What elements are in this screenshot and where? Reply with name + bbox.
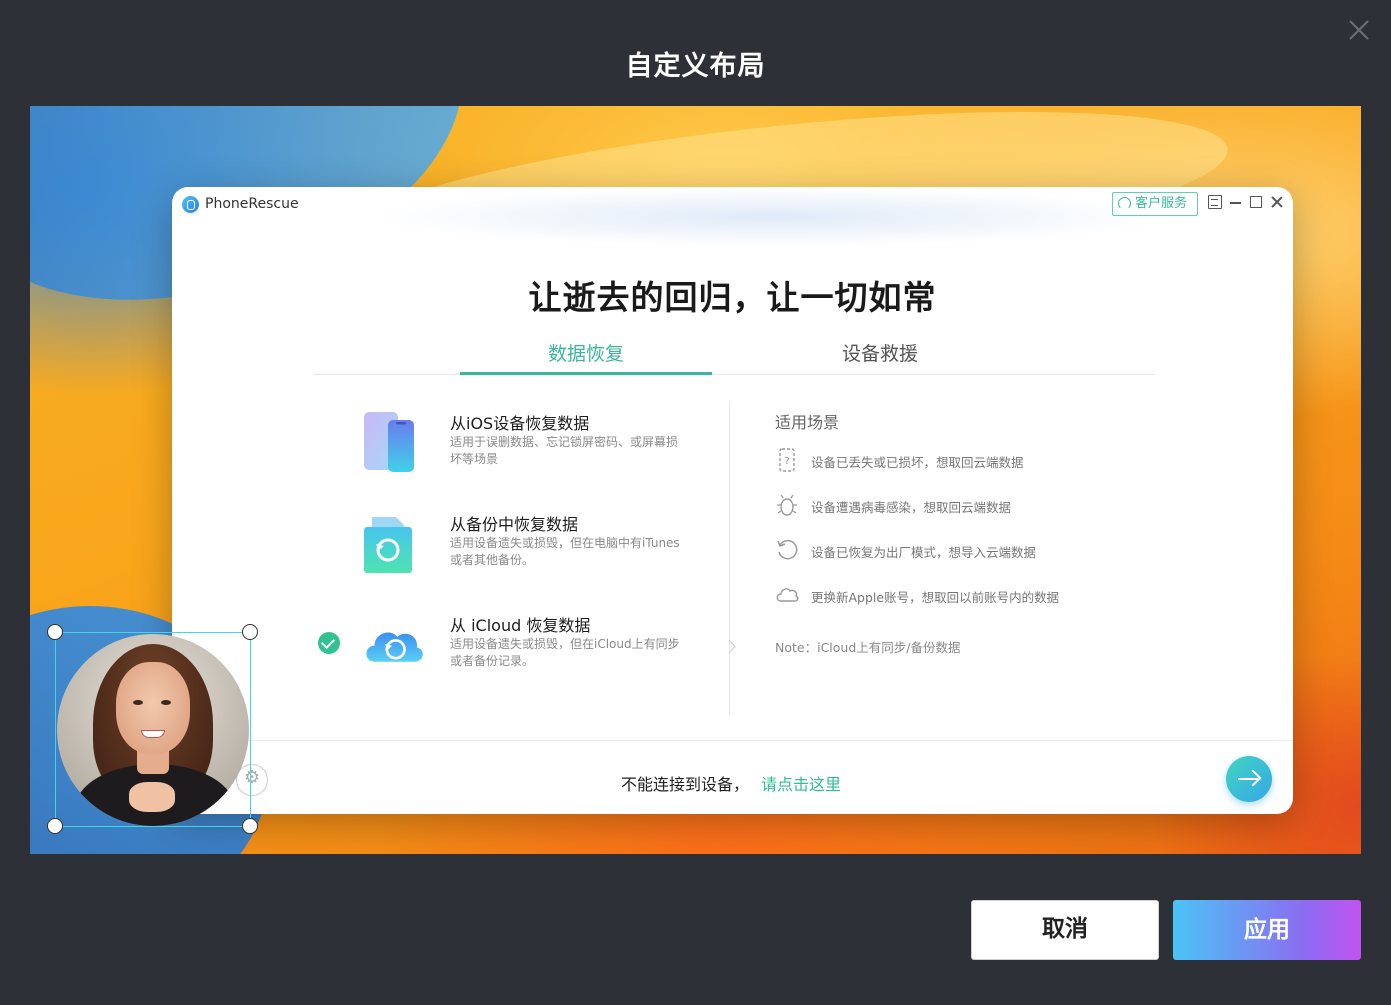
webcam-overlay[interactable] [55, 632, 251, 827]
footer-divider [172, 740, 1293, 741]
custom-layout-dialog: 自定义布局 PhoneRescue 客户服务 让逝去的回归，让一切如常 数据恢复… [0, 0, 1391, 1005]
bug-icon [777, 494, 797, 516]
close-icon[interactable] [1345, 16, 1373, 44]
svg-text:?: ? [784, 456, 789, 467]
resize-handle-top-left[interactable] [47, 624, 63, 640]
restore-icon [777, 539, 798, 560]
resize-handle-bottom-left[interactable] [47, 818, 63, 834]
option-icloud[interactable]: 从 iCloud 恢复数据 适用设备遗失或损毁，但在iCloud上有同步或者备份… [362, 612, 702, 682]
hero-title: 让逝去的回归，让一切如常 [528, 278, 937, 317]
resize-handle-bottom-right[interactable] [242, 818, 258, 834]
option-description: 适用设备遗失或损毁，但在电脑中有iTunes或者其他备份。 [450, 536, 680, 567]
cloud-icon [776, 588, 799, 602]
resize-handle-top-right[interactable] [242, 624, 258, 640]
app-window[interactable]: PhoneRescue 客户服务 让逝去的回归，让一切如常 数据恢复 设备救援 [172, 187, 1293, 814]
unknown-device-icon: ? [779, 448, 795, 472]
scenarios-title: 适用场景 [775, 413, 840, 432]
tab-data-recovery[interactable]: 数据恢复 [548, 339, 624, 366]
chevron-right-icon [723, 640, 736, 653]
option-description: 适用于误删数据、忘记锁屏密码、或屏幕损坏等场景 [450, 435, 679, 466]
phone-icon [364, 412, 414, 472]
scenario-text: 更换新Apple账号，想取回以前账号内的数据 [811, 590, 1060, 605]
cancel-button[interactable]: 取消 [971, 900, 1159, 960]
webcam-avatar [57, 634, 249, 826]
minimize-icon[interactable] [1229, 195, 1243, 209]
apply-button[interactable]: 应用 [1173, 900, 1361, 960]
customer-service-button[interactable]: 客户服务 [1112, 192, 1198, 216]
divider [729, 401, 730, 715]
selected-check-icon [318, 632, 340, 654]
window-close-icon[interactable] [1270, 195, 1284, 209]
app-name: PhoneRescue [205, 196, 299, 212]
scenario-text: 设备已丢失或已损坏，想取回云端数据 [811, 455, 1024, 470]
option-title: 从 iCloud 恢复数据 [450, 616, 591, 635]
headset-icon [1118, 197, 1131, 210]
mode-tabs: 数据恢复 设备救援 [314, 335, 1154, 375]
option-backup[interactable]: 从备份中恢复数据 适用设备遗失或损毁，但在电脑中有iTunes或者其他备份。 [362, 511, 702, 581]
footer-text: 不能连接到设备， [621, 775, 750, 794]
maximize-icon[interactable] [1250, 196, 1262, 208]
option-title: 从备份中恢复数据 [450, 515, 579, 534]
scenario-note: Note：iCloud上有同步/备份数据 [775, 640, 961, 655]
icloud-icon [366, 632, 423, 662]
customer-service-label: 客户服务 [1135, 196, 1188, 211]
phonerescue-logo-icon [182, 196, 199, 213]
footer-help-link[interactable]: 请点击这里 [761, 771, 841, 795]
option-ios-device[interactable]: 从iOS设备恢复数据 适用于误删数据、忘记锁屏密码、或屏幕损坏等场景 [362, 410, 702, 480]
menu-icon[interactable] [1208, 195, 1222, 209]
active-tab-indicator [460, 372, 712, 375]
next-arrow-button[interactable] [1226, 756, 1272, 802]
dialog-title: 自定义布局 [625, 51, 766, 82]
option-title: 从iOS设备恢复数据 [450, 414, 590, 433]
option-description: 适用设备遗失或损毁，但在iCloud上有同步或者备份记录。 [450, 637, 680, 668]
tab-device-rescue[interactable]: 设备救援 [842, 339, 918, 366]
backup-file-icon [364, 517, 412, 573]
scenario-text: 设备遭遇病毒感染，想取回云端数据 [811, 500, 1012, 515]
scenario-text: 设备已恢复为出厂模式，想导入云端数据 [811, 545, 1037, 560]
